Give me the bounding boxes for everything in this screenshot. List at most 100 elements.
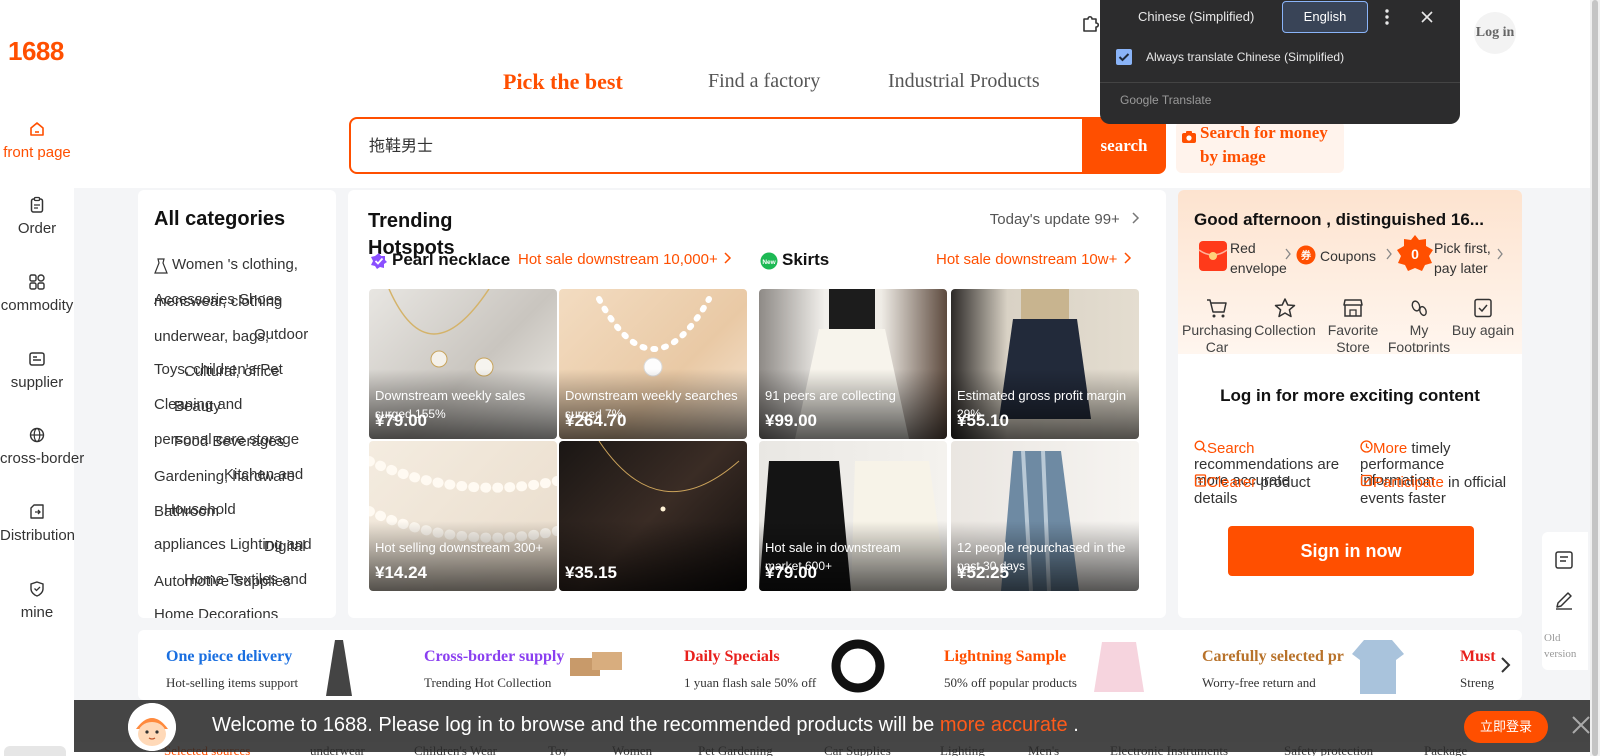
chevron-right-icon [1132,212,1140,224]
tab-industrial-products[interactable]: Industrial Products [888,70,1040,93]
sidebar-item-label: front page [3,144,71,161]
trending-update-link[interactable]: Today's update 99+ [990,211,1140,228]
mascot-avatar [128,703,176,751]
close-icon[interactable] [1420,10,1434,24]
product-tile[interactable]: 12 people repurchased in the past 30 day… [951,441,1139,591]
promo-image [1094,642,1144,692]
chevron-right-icon [1285,248,1291,260]
perk-coupons[interactable]: Coupons [1320,246,1376,266]
category-item[interactable]: appliances Lighting and Digital [154,536,324,558]
svg-text:0: 0 [1411,246,1419,262]
promo-card[interactable]: Carefully selected pr Worry-free return … [1202,630,1432,700]
quick-link-favorite-store[interactable]: Favorite Store [1318,298,1388,352]
checkmark-icon [1118,53,1130,62]
sidebar-item-front-page[interactable]: front page [0,120,74,161]
site-logo[interactable]: 1688 [8,36,64,67]
category-item[interactable]: Kitchen and Gardening, hardware [154,466,324,488]
home-icon [30,122,44,136]
source-language-option[interactable]: Chinese (Simplified) [1138,9,1254,24]
product-tile[interactable]: Hot selling downstream 300+ ¥14.24 [369,441,557,591]
distribution-icon [30,504,44,519]
categories-panel: All categories Women 's clothing, Access… [138,190,336,618]
translate-popup: Chinese (Simplified) English Always tran… [1100,0,1460,124]
close-icon[interactable] [1570,714,1592,736]
product-tile[interactable]: Estimated gross profit margin 29% ¥55.10 [951,289,1139,439]
target-language-option[interactable]: English [1282,1,1368,33]
red-envelope-icon [1198,241,1228,271]
categories-title: All categories [154,208,286,230]
tab-pick-the-best[interactable]: Pick the best [503,69,623,95]
product-tile[interactable]: 91 peers are collecting ¥99.00 [759,289,947,439]
product-tile[interactable]: Hot sale in downstream market 600+ ¥79.0… [759,441,947,591]
quick-link-my-footprints[interactable]: My Footprints [1384,298,1454,352]
login-more-title: Log in for more exciting content [1220,386,1480,405]
perk-red-envelope[interactable]: Red envelope [1230,238,1290,278]
dress-icon [154,258,168,274]
category-item[interactable]: Toys, children's Pet Cultural, office [154,361,324,383]
product-tile[interactable]: ¥35.15 [559,441,747,591]
quick-link-collection[interactable]: Collection [1250,298,1320,352]
promo-card[interactable]: Cross-border supply Trending Hot Collect… [424,630,654,700]
category-item[interactable]: Household Bathroom [154,501,324,523]
more-options-icon[interactable] [1384,8,1390,26]
category-item[interactable]: Home Textiles and Automotive Supplies [154,571,324,593]
pay-later-badge-icon: 0 [1397,235,1433,271]
promo-next-arrow-icon[interactable] [1498,656,1512,674]
group-title-pearl-necklace[interactable]: Pearl necklace [392,250,510,270]
sidebar-item-cross-border[interactable]: cross-border [0,426,84,467]
promo-card[interactable]: Must Streng [1460,630,1522,700]
category-item[interactable]: Outdoor underwear, bags, [154,326,324,348]
product-tile[interactable]: Downstream weekly searches surged 7% ¥26… [559,289,747,439]
login-now-button[interactable]: 立即登录 [1464,711,1548,743]
promo-card[interactable]: Daily Specials 1 yuan flash sale 50% off [684,630,914,700]
feedback-doc-icon[interactable] [1554,550,1574,570]
sidebar-item-supplier[interactable]: supplier [0,350,74,391]
sidebar-item-label: Order [17,220,57,237]
quick-link-purchasing-car[interactable]: Purchasing Car [1182,298,1252,352]
always-translate-label: Always translate Chinese (Simplified) [1146,50,1345,64]
always-translate-checkbox[interactable] [1116,49,1132,65]
quick-link-buy-again[interactable]: Buy again [1448,298,1518,352]
sidebar-item-distribution[interactable]: Distribution [0,503,76,544]
grid-icon [29,274,45,290]
footprint-icon [1411,300,1427,317]
mascot-icon [128,703,176,751]
promo-card[interactable]: Lightning Sample 50% off popular product… [944,630,1174,700]
old-version-link[interactable]: Old version [1544,630,1584,662]
login-link[interactable]: Log in [1474,12,1516,54]
image-search-button[interactable]: Search for money by image [1176,121,1344,173]
heart-shield-icon [30,581,44,597]
category-item[interactable]: Accessories Shoes menswear, clothing [154,291,324,313]
sidebar-scrollbar[interactable] [4,746,66,756]
google-translate-brand: Google Translate [1120,93,1212,107]
page-scrollbar[interactable] [1590,0,1600,756]
sidebar-item-commodity[interactable]: commodity [0,273,74,314]
tab-find-a-factory[interactable]: Find a factory [708,70,820,93]
search-input[interactable] [369,135,969,153]
category-item[interactable]: Cleaning and Beauty [154,396,324,418]
user-panel: Good afternoon , distinguished 16... Red… [1178,190,1522,618]
product-tile[interactable]: Downstream weekly sales surged 155% ¥79.… [369,289,557,439]
edit-pen-icon[interactable] [1554,590,1574,610]
promo-image [1352,640,1404,694]
globe-icon [29,427,45,443]
sidebar-item-order[interactable]: Order [0,196,74,237]
search-button[interactable]: search [1082,117,1166,174]
category-item[interactable]: Home Decorations [154,606,324,618]
benefit-clearer: Clearer product details [1194,474,1311,507]
store-front-icon [1343,299,1363,317]
coupon-icon: 券 [1296,245,1316,265]
promo-image [831,639,885,693]
promo-card[interactable]: One piece delivery Hot-selling items sup… [166,630,396,700]
sidebar-item-mine[interactable]: mine [0,580,74,621]
new-badge-icon: New [760,252,778,270]
sidebar-item-label: Distribution [0,527,76,544]
checkbox-icon [1474,298,1492,318]
extension-puzzle-icon[interactable] [1080,12,1102,34]
sign-in-now-button[interactable]: Sign in now [1228,526,1474,576]
group-title-skirts[interactable]: Skirts [782,250,829,270]
category-item[interactable]: personal care storage Food Beverages [154,431,324,453]
category-item[interactable]: Women 's clothing, [154,256,324,276]
group-hot-sale-link[interactable]: Hot sale downstream 10,000+ [518,251,732,268]
group-hot-sale-link[interactable]: Hot sale downstream 10w+ [936,251,1132,268]
